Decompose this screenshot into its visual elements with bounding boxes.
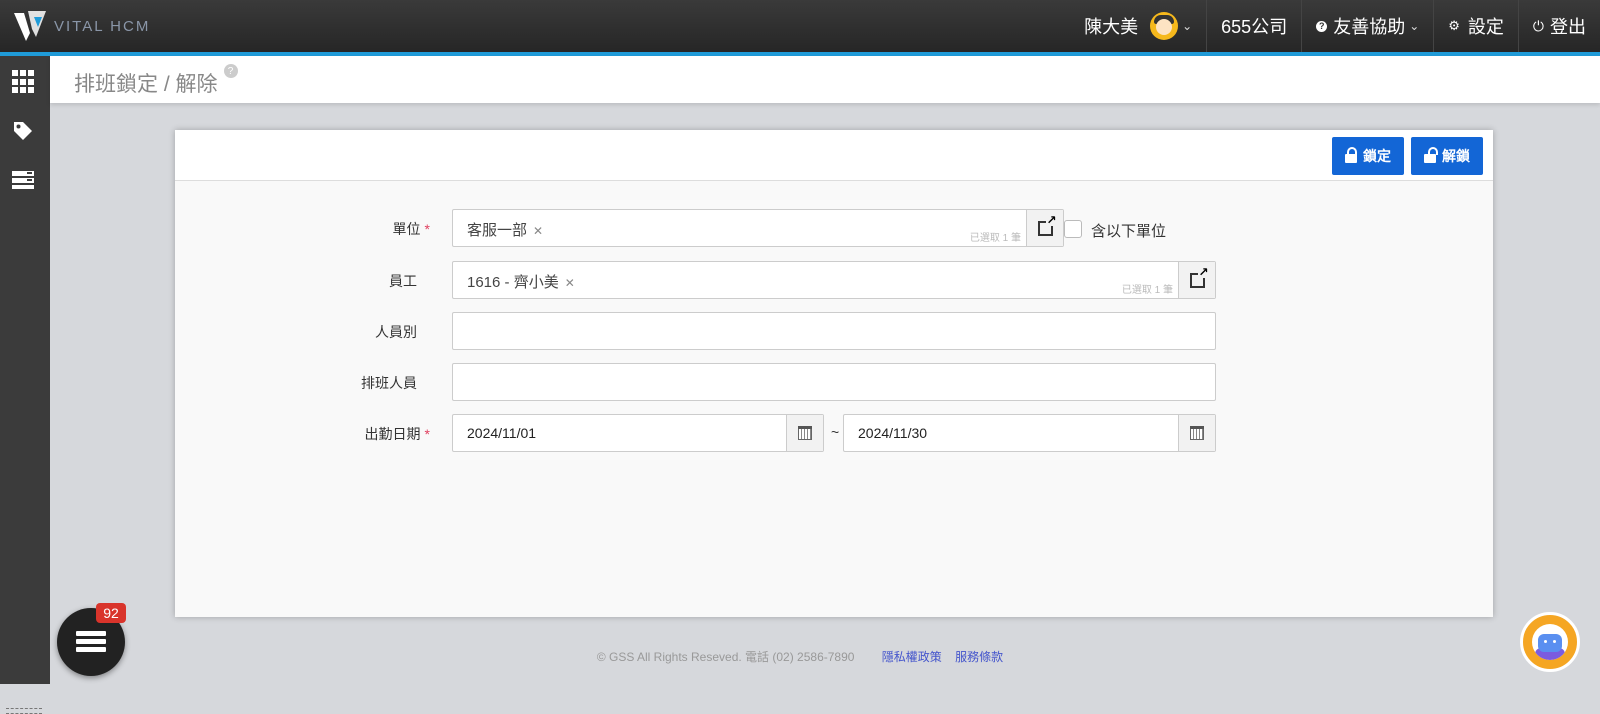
stack-icon (76, 631, 106, 655)
top-bar: VITAL HCM 陳大美 ⌄ 655公司 ? 友善協助 ⌄ ⚙ 設定 ⏻ 登出 (0, 0, 1600, 56)
copyright-text: © GSS All Rights Reseved. 電話 (02) 2586-7… (596, 650, 855, 664)
page-header: 排班鎖定 / 解除? (50, 56, 1600, 103)
privacy-link[interactable]: 隱私權政策 (882, 650, 942, 664)
page-title-text: 排班鎖定 / 解除 (74, 73, 218, 96)
page-title: 排班鎖定 / 解除? (74, 64, 238, 98)
date-to-calendar-button[interactable] (1178, 415, 1215, 451)
date-from-calendar-button[interactable] (786, 415, 823, 451)
chevron-down-icon: ⌄ (1409, 19, 1420, 33)
robot-icon (1532, 624, 1568, 660)
footer: © GSS All Rights Reseved. 電話 (02) 2586-7… (0, 648, 1600, 665)
avatar (1150, 12, 1179, 40)
scheduler-input[interactable] (452, 363, 1216, 401)
calendar-icon (798, 426, 812, 440)
date-from-value: 2024/11/01 (467, 425, 537, 441)
chatbot-button[interactable] (1520, 612, 1580, 672)
include-sub-checkbox[interactable] (1064, 220, 1082, 238)
unit-picker-button[interactable] (1026, 210, 1063, 246)
company-name: 655公司 (1221, 17, 1288, 37)
calendar-icon (1190, 426, 1204, 440)
date-to-value: 2024/11/30 (858, 425, 928, 441)
help-icon[interactable]: ? (223, 64, 238, 78)
employee-picker-button[interactable] (1178, 262, 1215, 298)
unlock-button[interactable]: 解鎖 (1411, 137, 1483, 175)
unlock-button-label: 解鎖 (1442, 148, 1470, 164)
brand-logo[interactable]: VITAL HCM (12, 8, 150, 44)
date-from-input[interactable]: 2024/11/01 (452, 414, 824, 452)
help-label: 友善協助 (1333, 17, 1406, 37)
sidebar-footer-divider (6, 708, 42, 714)
employee-field[interactable]: 1616 - 齊小美 ✕ 已選取 1 筆 (452, 261, 1216, 299)
remove-tag-icon[interactable]: ✕ (533, 224, 543, 238)
company-switch[interactable]: 655公司 (1206, 0, 1301, 52)
person-type-label: 人員別 (375, 324, 417, 340)
sidebar (0, 56, 50, 714)
unlock-icon (1424, 146, 1438, 163)
person-type-input[interactable] (452, 312, 1216, 350)
user-name: 陳大美 (1084, 17, 1139, 37)
date-range-separator: ~ (831, 424, 840, 440)
tag-icon[interactable] (12, 120, 36, 144)
lock-button[interactable]: 鎖定 (1332, 137, 1404, 175)
settings-label: 設定 (1467, 17, 1504, 37)
date-to-input[interactable]: 2024/11/30 (843, 414, 1216, 452)
external-link-icon (1037, 213, 1057, 236)
power-icon: ⏻ (1532, 17, 1544, 34)
list-icon[interactable] (12, 170, 36, 194)
unit-count: 已選取 1 筆 (969, 233, 1021, 244)
lock-button-label: 鎖定 (1363, 148, 1391, 164)
date-label: 出勤日期 * (364, 426, 430, 442)
include-sub-label: 含以下單位 (1091, 223, 1167, 240)
employee-tag: 1616 - 齊小美 ✕ (467, 274, 575, 291)
apps-grid-icon[interactable] (12, 70, 36, 94)
settings-button[interactable]: ⚙ 設定 (1433, 0, 1518, 52)
logout-label: 登出 (1550, 17, 1586, 37)
external-link-icon (1189, 265, 1209, 288)
panel-toolbar: 鎖定 解鎖 (175, 130, 1493, 181)
unit-field[interactable]: 客服一部 ✕ 已選取 1 筆 (452, 209, 1064, 247)
user-menu[interactable]: 陳大美 ⌄ (1070, 0, 1206, 52)
remove-tag-icon[interactable]: ✕ (565, 276, 575, 290)
unit-label: 單位 * (392, 221, 430, 237)
lock-icon (1345, 146, 1357, 163)
employee-count: 已選取 1 筆 (1121, 285, 1173, 296)
terms-link[interactable]: 服務條款 (955, 650, 1003, 664)
brand-text: VITAL HCM (54, 17, 151, 35)
vital-logo-icon (12, 9, 48, 43)
gear-icon: ⚙ (1448, 18, 1460, 33)
notification-badge: 92 (96, 603, 126, 623)
logout-button[interactable]: ⏻ 登出 (1517, 0, 1600, 52)
chevron-down-icon: ⌄ (1182, 19, 1193, 33)
employee-label: 員工 (389, 273, 417, 289)
unit-tag: 客服一部 ✕ (467, 222, 544, 239)
question-icon: ? (1316, 20, 1328, 32)
form-panel: 鎖定 解鎖 單位* 客服一部✕ 已選取 1 筆 含以下單位 員工 1616 - … (175, 130, 1493, 617)
help-menu[interactable]: ? 友善協助 ⌄ (1301, 0, 1433, 52)
scheduler-label: 排班人員 (361, 375, 417, 391)
